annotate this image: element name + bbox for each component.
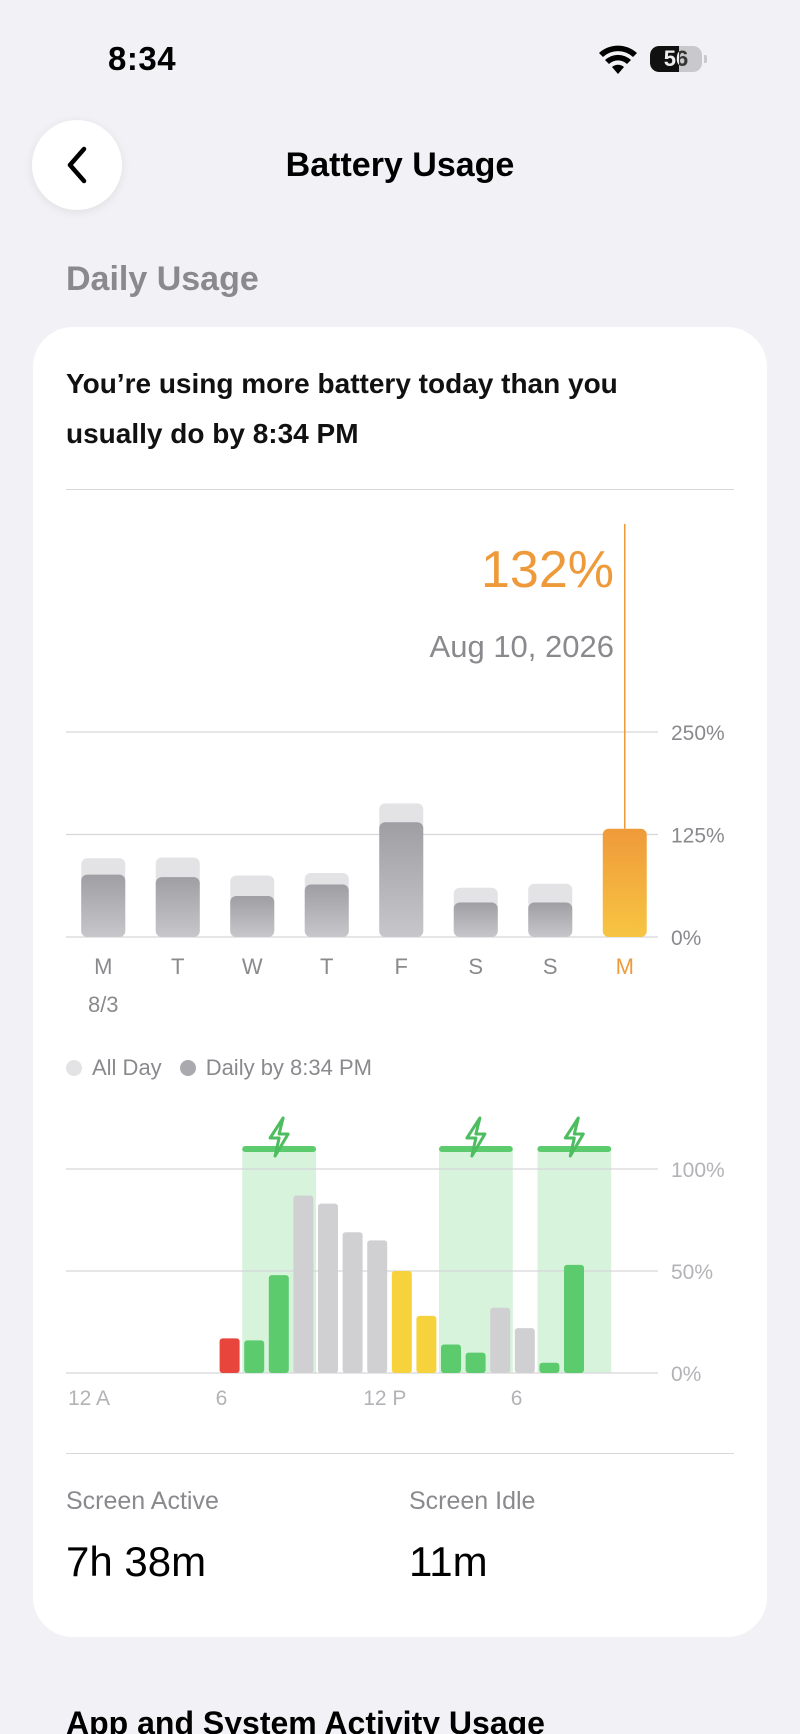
hourly-bar [490,1307,511,1373]
screen-idle-stat: Screen Idle 11m [409,1487,535,1586]
divider [66,1453,734,1454]
hourly-bar [342,1232,363,1373]
hourly-bar [416,1315,437,1373]
y-tick-label: 100% [671,1159,725,1182]
hourly-bar [465,1352,486,1373]
battery-icon: 56 [650,46,702,72]
screen-idle-label: Screen Idle [409,1487,536,1515]
x-tick-label: 6 [216,1387,228,1410]
x-tick-label: 12 P [363,1387,406,1410]
hourly-bar [219,1338,240,1373]
hourly-bar [539,1362,560,1373]
section-title: Daily Usage [66,260,259,298]
status-bar: 8:34 56 [0,0,800,110]
wifi-icon [599,45,637,74]
y-tick-label: 0% [671,1363,701,1386]
hourly-battery-chart[interactable]: 100% 50% 0% 12 A 6 12 P 6 [33,327,767,1410]
screen-active-value: 7h 38m [66,1538,207,1585]
hourly-bar [391,1271,412,1373]
hourly-bar [564,1264,584,1373]
hourly-bar [244,1340,265,1373]
y-tick-label: 50% [671,1261,713,1284]
hourly-bar [367,1240,388,1373]
hourly-bar [268,1275,289,1373]
hourly-bar [293,1195,314,1373]
hourly-bar [318,1203,338,1373]
page-title: Battery Usage [285,146,515,184]
battery-level: 56 [663,46,689,71]
screen-active-label: Screen Active [66,1487,219,1515]
screen-idle-value: 11m [409,1538,488,1585]
hourly-bar [441,1344,461,1373]
hourly-bar [514,1328,535,1373]
screen-active-stat: Screen Active 7h 38m [66,1487,219,1586]
x-tick-label: 12 A [68,1387,110,1410]
daily-usage-card: You’re using more battery today than you… [33,327,767,1637]
section-title-app-activity: App and System Activity Usage [66,1705,545,1734]
status-time: 8:34 [108,40,177,77]
x-tick-label: 6 [511,1387,523,1410]
battery-cap [704,55,707,63]
